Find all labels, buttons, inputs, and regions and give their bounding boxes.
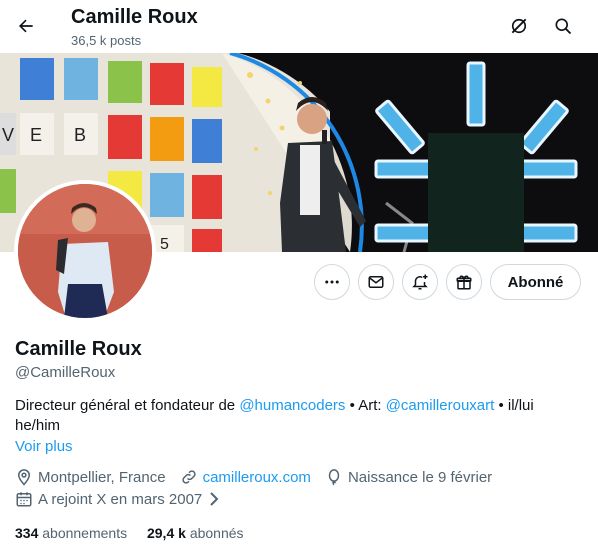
profile-header: Camille Roux 36,5 k posts	[0, 0, 598, 53]
header-posts-count: 36,5 k posts	[71, 33, 142, 48]
profile-handle: @CamilleRoux	[15, 364, 116, 381]
search-icon	[555, 18, 572, 35]
birthday: Naissance le 9 février	[325, 468, 492, 486]
notifications-button[interactable]	[402, 264, 438, 300]
follow-stats: 334 abonnements 29,4 k abonnés	[15, 525, 260, 541]
profile-meta: Montpellier, France camilleroux.com Nais…	[15, 468, 506, 486]
svg-text:B: B	[74, 125, 86, 145]
following-count: 334	[15, 525, 39, 541]
header-title: Camille Roux	[71, 6, 198, 28]
avatar-photo	[18, 184, 152, 318]
more-icon	[325, 280, 339, 284]
grok-icon	[511, 18, 527, 34]
birthday-text: Naissance le 9 février	[347, 468, 493, 486]
link-icon	[181, 470, 196, 484]
search-button[interactable]	[547, 10, 579, 42]
subscribe-button[interactable]	[446, 264, 482, 300]
calendar-icon	[16, 492, 32, 507]
location-text: Montpellier, France	[38, 468, 166, 486]
following-label: abonnements	[42, 525, 128, 541]
profile-name: Camille Roux	[15, 338, 142, 360]
message-icon	[368, 276, 384, 288]
notification-add-icon	[412, 274, 428, 290]
avatar	[18, 184, 152, 318]
profile-avatar[interactable]	[14, 180, 156, 322]
followers-link[interactable]: 29,4 k abonnés	[147, 525, 244, 541]
join-date[interactable]: A rejoint X en mars 2007	[15, 490, 234, 508]
followers-count: 29,4 k	[146, 525, 186, 541]
website-link[interactable]: camilleroux.com	[203, 469, 311, 486]
mention-link[interactable]: @camillerouxart	[386, 397, 495, 414]
more-button[interactable]	[314, 264, 350, 300]
message-button[interactable]	[358, 264, 394, 300]
grok-button[interactable]	[503, 10, 535, 42]
website[interactable]: camilleroux.com	[180, 468, 311, 486]
bio-text: • Art:	[345, 397, 386, 414]
svg-text:5: 5	[160, 236, 169, 252]
chevron-right-icon	[210, 492, 219, 506]
svg-text:V: V	[2, 125, 14, 145]
svg-text:E: E	[30, 125, 42, 145]
back-button[interactable]	[10, 10, 42, 42]
followers-label: abonnés	[189, 525, 244, 541]
profile-bio: Directeur général et fondateur de @human…	[15, 396, 580, 436]
subscribe-gift-icon	[456, 275, 472, 290]
bio-text: Directeur général et fondateur de	[15, 397, 240, 414]
mention-link[interactable]: @humancoders	[239, 397, 345, 414]
back-arrow-icon	[19, 19, 33, 33]
see-more-link[interactable]: Voir plus	[15, 438, 73, 455]
following-link[interactable]: 334 abonnements	[15, 525, 127, 541]
location-pin-icon	[17, 469, 31, 486]
joined[interactable]: A rejoint X en mars 2007	[15, 490, 220, 508]
following-button[interactable]: Abonné	[490, 264, 581, 300]
balloon-icon	[328, 469, 340, 486]
location: Montpellier, France	[15, 468, 166, 486]
joined-text: A rejoint X en mars 2007	[38, 490, 203, 508]
